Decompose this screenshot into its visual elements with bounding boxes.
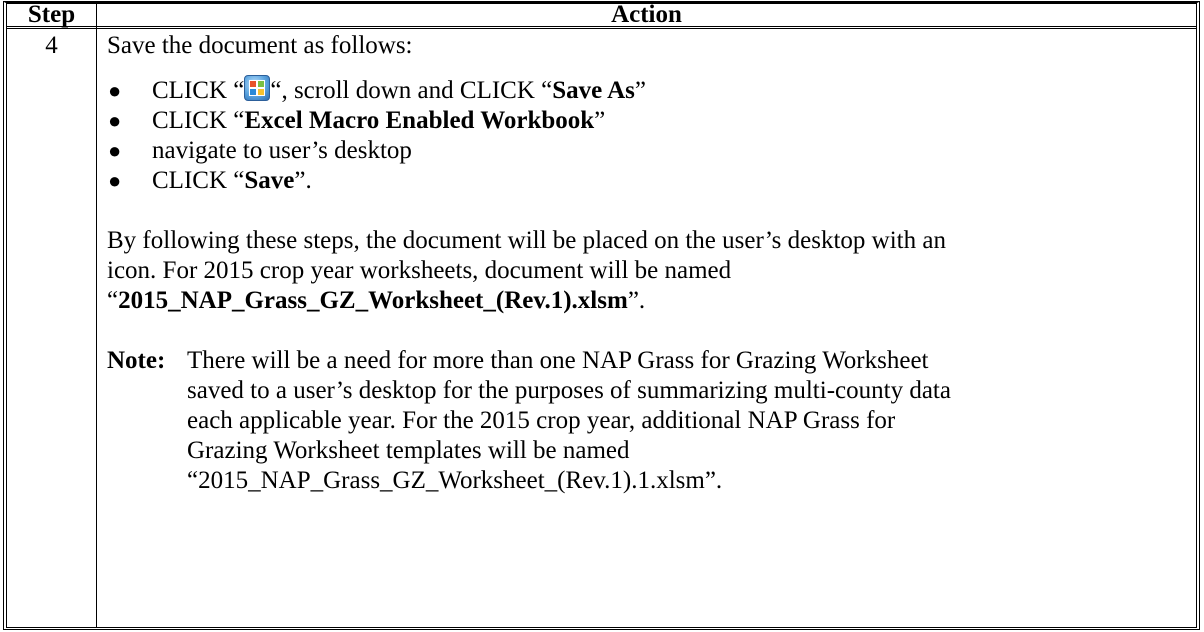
list-item: ● navigate to user’s desktop (107, 136, 1192, 166)
header-step: Step (27, 1, 76, 28)
step-number: 4 (45, 32, 58, 59)
bullet-text: CLICK “ (152, 167, 245, 194)
quote-close: ”. (627, 287, 646, 314)
bullet-text: “, scroll down and CLICK “ (270, 77, 553, 104)
bullet-text: ” (634, 77, 647, 104)
paragraph-line: icon. For 2015 crop year worksheets, doc… (107, 257, 732, 284)
note-block: Note: There will be a need for more than… (107, 346, 1192, 496)
list-item: ● CLICK “Excel Macro Enabled Workbook” (107, 106, 1192, 136)
bullet-text: CLICK “ (152, 77, 245, 104)
bullet-text: CLICK “ (152, 107, 245, 134)
note-body: There will be a need for more than one N… (187, 346, 1192, 496)
bullet-text: ” (594, 107, 606, 134)
header-divider (7, 26, 1196, 29)
note-line: There will be a need for more than one N… (187, 347, 929, 374)
note-label: Note: (107, 347, 166, 374)
action-cell: Save the document as follows: ● CLICK “ “,… (107, 31, 1192, 496)
bullet-bold-text: Save (244, 167, 295, 194)
explanation-paragraph: By following these steps, the document w… (107, 226, 1192, 316)
note-line: Grazing Worksheet templates will be name… (187, 437, 630, 464)
office-button-icon (244, 75, 271, 101)
intro-text: Save the document as follows: (107, 32, 413, 59)
bullet-bold-text: Save As (552, 77, 635, 104)
header-action: Action (611, 1, 682, 28)
note-line: “2015_NAP_Grass_GZ_Worksheet_(Rev.1).1.x… (187, 467, 723, 494)
list-item: ● CLICK ““, scroll down and CLICK “Save A… (107, 70, 1192, 106)
bullet-text: ”. (294, 167, 312, 194)
bullet-icon: ● (108, 108, 122, 133)
quote-open: “ (107, 287, 119, 314)
paragraph-line: “2015_NAP_Grass_GZ_Worksheet_(Rev.1).xls… (107, 286, 1192, 316)
bullet-icon: ● (108, 138, 122, 163)
list-item: ● CLICK “Save”. (107, 166, 1192, 196)
paragraph-line: By following these steps, the document w… (107, 227, 946, 254)
note-line: saved to a user’s desktop for the purpos… (187, 377, 951, 404)
filename-bold: 2015_NAP_Grass_GZ_Worksheet_(Rev.1).xlsm (118, 287, 628, 314)
bullet-list: ● CLICK “ “, scroll down and CLICK “Save A… (107, 70, 1192, 196)
bullet-icon: ● (108, 168, 122, 193)
bullet-bold-text: Excel Macro Enabled Workbook (244, 107, 595, 134)
column-divider (96, 4, 97, 627)
bullet-text: navigate to user’s desktop (152, 137, 412, 164)
procedure-table: Step Action 4 Save the document as follo… (3, 1, 1200, 630)
note-line: each applicable year. For the 2015 crop … (187, 407, 896, 434)
